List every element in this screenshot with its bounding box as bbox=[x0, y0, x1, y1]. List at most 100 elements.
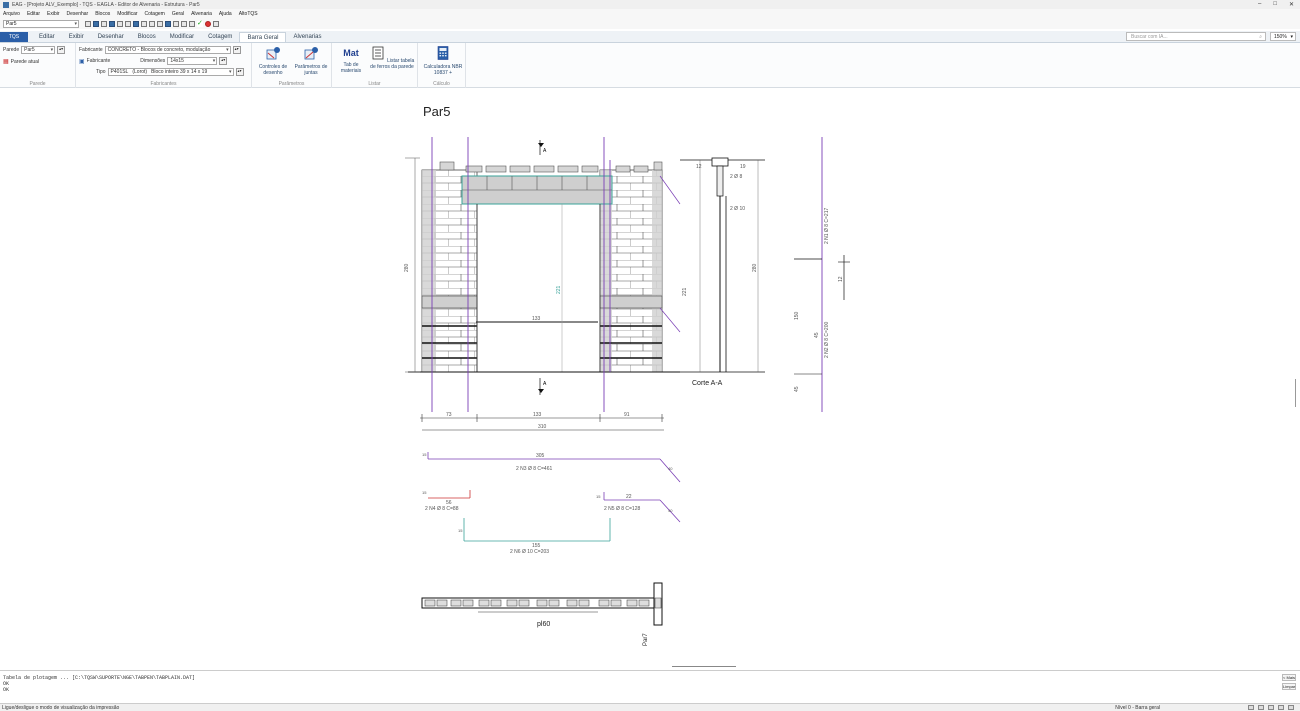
wall-icon: ▦ bbox=[3, 59, 9, 65]
command-window[interactable]: Tabela de plotagem ... [C:\TQSW\SUPORTE\… bbox=[0, 670, 1300, 703]
menu-item-desenhar[interactable]: Desenhar bbox=[67, 11, 89, 17]
menu-item-blocos[interactable]: Blocos bbox=[95, 11, 110, 17]
dimensoes-combo[interactable]: 14x15 ▾ bbox=[167, 57, 218, 65]
scroll-thumb[interactable] bbox=[1295, 379, 1296, 407]
menu-item-altotqs[interactable]: AltoTQS bbox=[239, 11, 258, 17]
listar-ferros-button[interactable]: Listar tabela de ferros da parede bbox=[368, 46, 416, 70]
pane-splitter[interactable] bbox=[672, 666, 736, 667]
snap-icon[interactable] bbox=[1248, 705, 1254, 710]
tab-barra-geral[interactable]: Barra Geral bbox=[239, 32, 287, 42]
menu-item-editar[interactable]: Editar bbox=[27, 11, 40, 17]
ortho-icon[interactable] bbox=[1258, 705, 1264, 710]
search-placeholder: Buscar com IA... bbox=[1131, 33, 1168, 40]
group-fabricantes: Fabricante CONCRETO - Blocos de concreto… bbox=[76, 43, 252, 88]
drawing-svg[interactable]: Par5 133 221 A A 280 73 133 91 310 12 19… bbox=[0, 89, 1300, 666]
svg-text:280: 280 bbox=[752, 263, 758, 272]
close-button[interactable]: ✕ bbox=[1289, 1, 1294, 8]
grid-toggle-icon[interactable] bbox=[1268, 705, 1274, 710]
more-button[interactable]: < Mais bbox=[1282, 674, 1296, 681]
measure-icon[interactable] bbox=[181, 20, 187, 27]
text-icon[interactable] bbox=[173, 20, 179, 27]
group-parametros: Controles de desenho Parâmetros de junta… bbox=[252, 43, 332, 88]
plan-strip: pl60 Par7 bbox=[421, 582, 663, 646]
cut-marker-bottom: A bbox=[538, 378, 547, 395]
check-icon[interactable]: ✓ bbox=[197, 20, 203, 27]
tipo-spinner[interactable]: ▴▾ bbox=[235, 68, 244, 76]
layer-combo[interactable]: Par5 ▾ bbox=[3, 19, 79, 28]
tab-exibir[interactable]: Exibir bbox=[62, 32, 91, 42]
zoom-combo[interactable]: 150% ▾ bbox=[1270, 32, 1296, 41]
tipo-code: (Lorot) bbox=[132, 69, 148, 75]
tab-file[interactable]: TQS bbox=[0, 32, 28, 42]
stop-icon[interactable] bbox=[205, 20, 211, 27]
search-input[interactable]: Buscar com IA... ⌕ bbox=[1126, 32, 1266, 41]
joints-icon bbox=[304, 47, 318, 60]
redo-icon[interactable] bbox=[93, 20, 99, 27]
parede-atual-button[interactable]: Parede atual bbox=[11, 59, 39, 65]
settings-icon[interactable] bbox=[1288, 705, 1294, 710]
tab-materiais-label: Tab de materiais bbox=[340, 62, 362, 74]
width-total-label: 310 bbox=[538, 424, 547, 430]
fabricante-combo[interactable]: CONCRETO - Blocos de concreto, modulação… bbox=[104, 46, 231, 54]
zoom-window-icon[interactable] bbox=[109, 20, 115, 27]
menu-item-arquivo[interactable]: Arquivo bbox=[3, 11, 20, 17]
clear-button[interactable]: Limpar bbox=[1282, 683, 1296, 690]
status-bar: Ligue/desligue o modo de visualização da… bbox=[0, 703, 1300, 711]
calculadora-button[interactable]: Calculadora NBR 10837 + bbox=[423, 46, 463, 76]
parametros-juntas-label: Parâmetros de juntas bbox=[294, 64, 328, 76]
calc-icon[interactable] bbox=[189, 20, 195, 27]
table-icon[interactable] bbox=[165, 20, 171, 27]
group-listar: Mat Tab de materiais Listar tabela de fe… bbox=[332, 43, 418, 88]
menu-item-exibir[interactable]: Exibir bbox=[47, 11, 60, 17]
dimensoes-spinner[interactable]: ▴▾ bbox=[219, 57, 228, 65]
menu-item-geral[interactable]: Geral bbox=[172, 11, 184, 17]
grid-icon[interactable] bbox=[125, 20, 131, 27]
fabricante-lab-label[interactable]: Fabricante bbox=[87, 58, 111, 64]
svg-text:19: 19 bbox=[740, 164, 746, 170]
pan-icon[interactable] bbox=[101, 20, 107, 27]
svg-text:12: 12 bbox=[838, 276, 844, 282]
copy-icon[interactable] bbox=[157, 20, 163, 27]
tab-alvenarias[interactable]: Alvenarias bbox=[286, 32, 328, 42]
print-preview-icon[interactable] bbox=[1278, 705, 1284, 710]
menu-item-modificar[interactable]: Modificar bbox=[117, 11, 137, 17]
menu-item-cotagem[interactable]: Cotagem bbox=[145, 11, 165, 17]
save-icon[interactable] bbox=[213, 20, 219, 27]
chevron-down-icon: ▾ bbox=[74, 20, 77, 27]
svg-text:15: 15 bbox=[458, 528, 463, 533]
tab-desenhar[interactable]: Desenhar bbox=[91, 32, 131, 42]
minimize-button[interactable]: – bbox=[1258, 1, 1261, 8]
drawing-canvas[interactable]: Par5 133 221 A A 280 73 133 91 310 12 19… bbox=[0, 89, 1300, 666]
fabricante-value: CONCRETO - Blocos de concreto, modulação bbox=[107, 47, 211, 53]
tipo-combo[interactable]: P401SL (Lorot) Bloco inteiro 39 x 14 x 1… bbox=[107, 68, 234, 76]
menu-bar: Arquivo Editar Exibir Desenhar Blocos Mo… bbox=[0, 9, 1300, 18]
tab-materiais-button[interactable]: Mat Tab de materiais bbox=[334, 46, 368, 74]
bar-2-detail: 56 2 N4 Ø 8 C=88 15 bbox=[422, 490, 471, 512]
svg-text:2 N1 Ø 8 C=217: 2 N1 Ø 8 C=217 bbox=[824, 208, 830, 244]
controles-desenho-button[interactable]: Controles de desenho bbox=[255, 46, 291, 76]
tab-blocos[interactable]: Blocos bbox=[131, 32, 163, 42]
maximize-button[interactable]: □ bbox=[1273, 1, 1277, 8]
print-icon[interactable] bbox=[141, 20, 147, 27]
group-label-fabricantes: Fabricantes bbox=[150, 81, 177, 87]
parede-spinner[interactable]: ▴▾ bbox=[57, 46, 66, 54]
undo-icon[interactable] bbox=[85, 20, 91, 27]
left-grouted-column bbox=[422, 170, 436, 372]
dimensoes-label: Dimensões bbox=[140, 58, 166, 64]
fabricante-spinner[interactable]: ▴▾ bbox=[232, 46, 241, 54]
view-icon[interactable] bbox=[149, 20, 155, 27]
ribbon-tabs: TQS Editar Exibir Desenhar Blocos Modifi… bbox=[0, 31, 1300, 43]
svg-text:2 Ø 10: 2 Ø 10 bbox=[730, 206, 745, 212]
svg-text:A: A bbox=[543, 381, 547, 387]
parametros-juntas-button[interactable]: Parâmetros de juntas bbox=[293, 46, 329, 76]
menu-item-alvenaria[interactable]: Alvenaria bbox=[191, 11, 212, 17]
menu-item-ajuda[interactable]: Ajuda bbox=[219, 11, 232, 17]
vertical-scrollbar[interactable] bbox=[1294, 89, 1298, 666]
layers-icon[interactable] bbox=[133, 20, 139, 27]
zoom-extents-icon[interactable] bbox=[117, 20, 123, 27]
tab-modificar[interactable]: Modificar bbox=[163, 32, 201, 42]
chevron-down-icon: ▾ bbox=[50, 47, 54, 53]
parede-combo[interactable]: Par5 ▾ bbox=[21, 46, 56, 54]
tab-cotagem[interactable]: Cotagem bbox=[201, 32, 239, 42]
tab-editar[interactable]: Editar bbox=[32, 32, 62, 42]
